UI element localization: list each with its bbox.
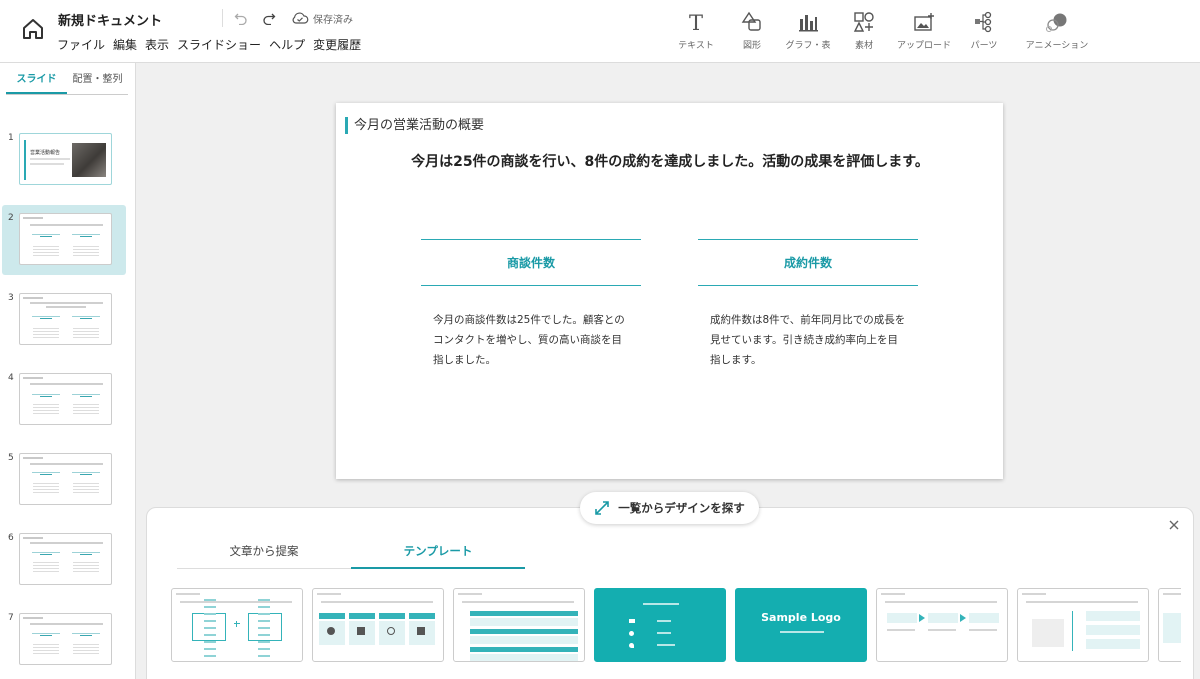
metric-column-deals[interactable]: 商談件数 今月の商談件数は25件でした。顧客とのコンタクトを増やし、質の高い商談… [421, 239, 641, 370]
menu-slideshow[interactable]: スライドショー [177, 36, 261, 53]
menu-bar: ファイル 編集 表示 スライドショー ヘルプ 変更履歴 [57, 36, 361, 53]
template-card-6[interactable] [876, 588, 1008, 662]
slide-title[interactable]: 今月の営業活動の概要 [345, 117, 484, 134]
tool-animation[interactable]: アニメーション [1012, 10, 1102, 51]
insert-toolbar: T テキスト 図形 グラフ・表 素材 アップロード パーツ アニメーション [668, 10, 1102, 51]
menu-history[interactable]: 変更履歴 [313, 36, 361, 53]
slide-thumbnail-3[interactable]: 3 [0, 285, 128, 355]
save-status-text: 保存済み [313, 14, 353, 26]
template-card-7[interactable] [1017, 588, 1149, 662]
tab-templates[interactable]: テンプレート [351, 541, 525, 569]
template-card-4[interactable] [594, 588, 726, 662]
cloud-check-icon [292, 12, 309, 24]
tool-parts-label: パーツ [970, 41, 998, 51]
menu-help[interactable]: ヘルプ [269, 36, 305, 53]
metric-heading-contracts[interactable]: 成約件数 [698, 239, 918, 286]
slide-preview [19, 533, 112, 585]
tool-shape-label: 図形 [742, 41, 761, 51]
undo-icon [234, 13, 247, 25]
tool-upload-label: アップロード [896, 41, 951, 51]
slide-thumbnail-1[interactable]: 1 営業活動報告 [0, 125, 128, 195]
tool-assets[interactable]: 素材 [836, 10, 892, 51]
menu-edit[interactable]: 編集 [113, 36, 137, 53]
tab-slides[interactable]: スライド [6, 71, 67, 94]
redo-button[interactable] [261, 10, 277, 26]
app-header: 新規ドキュメント ファイル 編集 表示 スライドショー ヘルプ 変更履歴 保存済… [0, 0, 1200, 63]
slide-number: 1 [8, 133, 14, 143]
metric-column-contracts[interactable]: 成約件数 成約件数は8件で、前年同月比での成長を見せています。引き続き成約率向上… [698, 239, 918, 370]
thumb-photo [72, 143, 106, 177]
tool-animation-label: アニメーション [1025, 41, 1089, 51]
assets-icon [853, 12, 874, 32]
template-card-3[interactable] [453, 588, 585, 662]
home-button[interactable] [18, 14, 48, 44]
template-card-8[interactable] [1158, 588, 1181, 662]
tab-arrange[interactable]: 配置・整列 [67, 71, 128, 94]
slide-panel: スライド 配置・整列 1 営業活動報告 2 3 4 5 6 7 [0, 63, 136, 679]
slide-thumbnail-7[interactable]: 7 [0, 605, 128, 675]
template-logo-text: Sample Logo [761, 611, 841, 624]
slide-preview [19, 213, 112, 265]
redo-icon [263, 13, 276, 25]
slide-panel-tabs: スライド 配置・整列 [6, 71, 128, 95]
home-icon [23, 19, 43, 39]
template-card-5[interactable]: Sample Logo [735, 588, 867, 662]
metric-body-contracts[interactable]: 成約件数は8件で、前年同月比での成長を見せています。引き続き成約率向上を目指しま… [710, 310, 906, 370]
tab-suggest-from-text[interactable]: 文章から提案 [177, 541, 351, 569]
slide-number: 2 [8, 213, 14, 223]
tool-parts[interactable]: パーツ [956, 10, 1012, 51]
menu-view[interactable]: 表示 [145, 36, 169, 53]
template-card-2[interactable] [312, 588, 444, 662]
tool-chart[interactable]: グラフ・表 [780, 10, 836, 51]
save-status: 保存済み [291, 11, 353, 26]
design-suggestion-panel: 文章から提案 テンプレート Sample Logo [146, 507, 1194, 679]
explore-designs-button[interactable]: 一覧からデザインを探す [580, 492, 759, 524]
tool-assets-label: 素材 [854, 41, 873, 51]
shape-icon [741, 11, 761, 31]
slide-number: 4 [8, 373, 14, 383]
slide-preview [19, 293, 112, 345]
svg-text:T: T [689, 11, 703, 33]
slide-thumbnail-2[interactable]: 2 [2, 205, 126, 275]
document-title[interactable]: 新規ドキュメント [58, 10, 162, 29]
expand-arrows-icon [595, 501, 610, 515]
tool-text-label: テキスト [678, 41, 714, 51]
slide-lead-text[interactable]: 今月は25件の商談を行い、8件の成約を達成しました。活動の成果を評価します。 [400, 153, 940, 172]
template-list: Sample Logo [171, 588, 1181, 664]
tool-shape[interactable]: 図形 [724, 10, 780, 51]
slide-number: 3 [8, 293, 14, 303]
parts-icon [975, 11, 992, 33]
slide-thumbnail-6[interactable]: 6 [0, 525, 128, 595]
bar-chart-icon [799, 15, 818, 32]
metric-heading-deals[interactable]: 商談件数 [421, 239, 641, 286]
tool-chart-label: グラフ・表 [785, 41, 831, 51]
text-icon: T [689, 11, 703, 33]
upload-image-icon [914, 13, 934, 31]
metric-body-deals[interactable]: 今月の商談件数は25件でした。顧客とのコンタクトを増やし、質の高い商談を目指しま… [433, 310, 629, 370]
close-icon [1169, 520, 1179, 530]
slide-number: 6 [8, 533, 14, 543]
slide-thumbnail-4[interactable]: 4 [0, 365, 128, 435]
slide-preview [19, 373, 112, 425]
tool-upload[interactable]: アップロード [892, 10, 956, 51]
slide-thumbnail-5[interactable]: 5 [0, 445, 128, 515]
undo-button[interactable] [233, 10, 249, 26]
slide-number: 5 [8, 453, 14, 463]
slide-preview: 営業活動報告 [19, 133, 112, 185]
menu-file[interactable]: ファイル [57, 36, 105, 53]
thumb-title: 営業活動報告 [30, 150, 61, 156]
slide-number: 7 [8, 613, 14, 623]
slide-preview [19, 453, 112, 505]
design-panel-tabs: 文章から提案 テンプレート [177, 541, 525, 569]
close-panel-button[interactable] [1167, 518, 1181, 532]
animation-icon [1045, 13, 1067, 33]
explore-designs-label: 一覧からデザインを探す [618, 501, 745, 515]
tool-text[interactable]: T テキスト [668, 10, 724, 51]
slide-canvas[interactable]: 今月の営業活動の概要 今月は25件の商談を行い、8件の成約を達成しました。活動の… [336, 103, 1003, 479]
slide-preview [19, 613, 112, 665]
template-card-1[interactable] [171, 588, 303, 662]
undo-redo-group: 保存済み [222, 9, 353, 27]
